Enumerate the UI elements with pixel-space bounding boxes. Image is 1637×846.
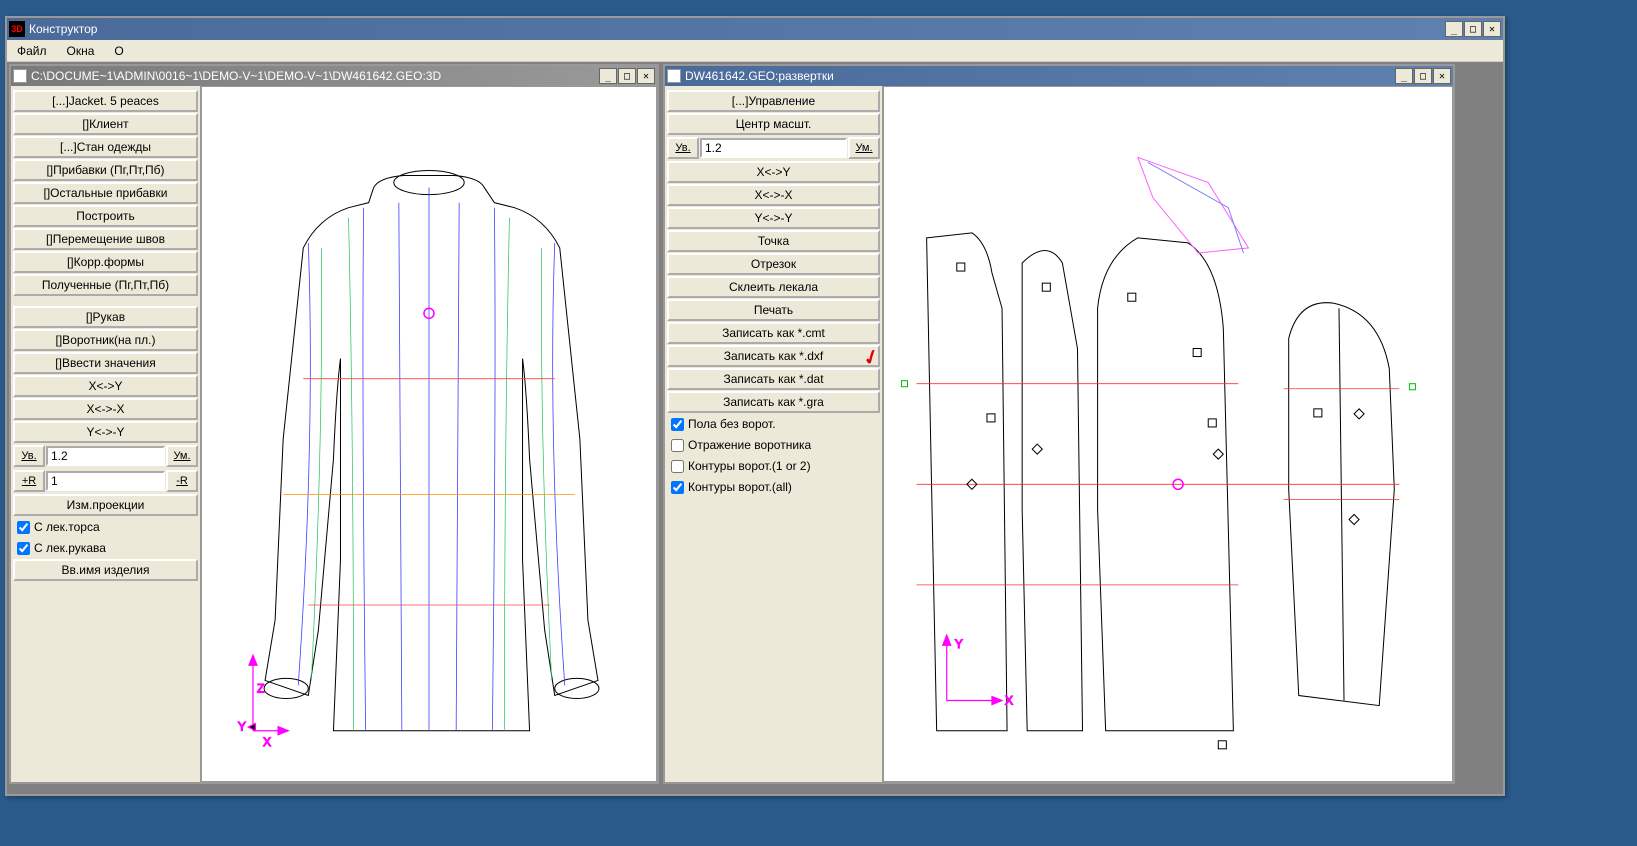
child-title-flat: DW461642.GEO:развертки	[685, 69, 1395, 83]
btn-client[interactable]: []Клиент	[13, 113, 198, 135]
btn-zoom-in-r[interactable]: Ув.	[667, 137, 699, 159]
checkbox-torso[interactable]	[17, 521, 30, 534]
svg-text:X: X	[1005, 694, 1013, 708]
btn-jacket[interactable]: [...]Jacket. 5 peaces	[13, 90, 198, 112]
child-maximize-button[interactable]: □	[1414, 68, 1432, 84]
btn-minus-r[interactable]: -R	[166, 470, 198, 492]
maximize-button[interactable]: □	[1464, 21, 1482, 37]
checkbox-contour-all[interactable]	[671, 481, 684, 494]
btn-yy-r[interactable]: Y<->-Y	[667, 207, 880, 229]
checkbox-sleeve[interactable]	[17, 542, 30, 555]
checkbox-reflect[interactable]	[671, 439, 684, 452]
child-title-3d: C:\DOCUME~1\ADMIN\0016~1\DEMO-V~1\DEMO-V…	[31, 69, 599, 83]
btn-xy-r[interactable]: X<->Y	[667, 161, 880, 183]
mdi-area: C:\DOCUME~1\ADMIN\0016~1\DEMO-V~1\DEMO-V…	[7, 62, 1503, 794]
btn-segment[interactable]: Отрезок	[667, 253, 880, 275]
btn-print[interactable]: Печать	[667, 299, 880, 321]
checkbox-contour12[interactable]	[671, 460, 684, 473]
btn-plus-r[interactable]: +R	[13, 470, 45, 492]
child-minimize-button[interactable]: _	[599, 68, 617, 84]
app-title: Конструктор	[29, 22, 1445, 36]
btn-korr[interactable]: []Корр.формы	[13, 251, 198, 273]
close-button[interactable]: ✕	[1483, 21, 1501, 37]
btn-stan[interactable]: [...]Стан одежды	[13, 136, 198, 158]
btn-center[interactable]: Центр масшт.	[667, 113, 880, 135]
menu-file[interactable]: Файл	[11, 42, 53, 60]
checkbox-pola[interactable]	[671, 418, 684, 431]
btn-xy[interactable]: X<->Y	[13, 375, 198, 397]
btn-save-dat[interactable]: Записать как *.dat	[667, 368, 880, 390]
canvas-flat[interactable]: Y X	[883, 86, 1453, 782]
canvas-3d[interactable]: Y◄ X Z	[201, 86, 657, 782]
btn-save-gra[interactable]: Записать как *.gra	[667, 391, 880, 413]
input-zoom-r[interactable]	[700, 138, 847, 158]
app-icon: 3D	[9, 21, 25, 37]
child-titlebar-3d[interactable]: C:\DOCUME~1\ADMIN\0016~1\DEMO-V~1\DEMO-V…	[11, 66, 657, 86]
btn-received[interactable]: Полученные (Пг,Пт,Пб)	[13, 274, 198, 296]
svg-text:X: X	[263, 735, 271, 749]
child-minimize-button[interactable]: _	[1395, 68, 1413, 84]
menubar: Файл Окна О	[7, 40, 1503, 62]
btn-ost-pribavki[interactable]: []Остальные прибавки	[13, 182, 198, 204]
btn-pribavki[interactable]: []Прибавки (Пг,Пт,Пб)	[13, 159, 198, 181]
btn-zoom-in[interactable]: Ув.	[13, 445, 45, 467]
svg-text:Y◄: Y◄	[238, 720, 258, 734]
child-titlebar-flat[interactable]: DW461642.GEO:развертки _ □ ✕	[665, 66, 1453, 86]
pattern-pieces-drawing: Y X	[884, 87, 1452, 781]
svg-text:Y: Y	[955, 637, 963, 651]
minimize-button[interactable]: _	[1445, 21, 1463, 37]
btn-yy[interactable]: Y<->-Y	[13, 421, 198, 443]
btn-xx[interactable]: X<->-X	[13, 398, 198, 420]
btn-save-dxf[interactable]: Записать как *.dxf ✓	[667, 345, 880, 367]
check-reflect[interactable]: Отражение воротника	[667, 435, 880, 455]
left-panel: [...]Jacket. 5 peaces []Клиент [...]Стан…	[11, 86, 201, 782]
child-close-button[interactable]: ✕	[637, 68, 655, 84]
btn-move-seams[interactable]: []Перемещение швов	[13, 228, 198, 250]
btn-xx-r[interactable]: X<->-X	[667, 184, 880, 206]
check-contour-all[interactable]: Контуры ворот.(all)	[667, 477, 880, 497]
menu-about[interactable]: О	[108, 42, 129, 60]
child-window-flat: DW461642.GEO:развертки _ □ ✕ [...]Управл…	[663, 64, 1455, 784]
btn-save-cmt[interactable]: Записать как *.cmt	[667, 322, 880, 344]
jacket-3d-drawing: Y◄ X Z	[202, 87, 656, 781]
main-window: 3D Конструктор _ □ ✕ Файл Окна О C:\DOCU…	[5, 16, 1505, 796]
check-pola[interactable]: Пола без ворот.	[667, 414, 880, 434]
btn-build[interactable]: Построить	[13, 205, 198, 227]
child-maximize-button[interactable]: □	[618, 68, 636, 84]
btn-manage[interactable]: [...]Управление	[667, 90, 880, 112]
main-titlebar[interactable]: 3D Конструктор _ □ ✕	[7, 18, 1503, 40]
btn-merge[interactable]: Склеить лекала	[667, 276, 880, 298]
svg-text:Z: Z	[257, 681, 264, 695]
child-close-button[interactable]: ✕	[1433, 68, 1451, 84]
btn-sleeve[interactable]: []Рукав	[13, 306, 198, 328]
menu-windows[interactable]: Окна	[61, 42, 101, 60]
doc-icon	[13, 69, 27, 83]
input-r[interactable]	[46, 471, 165, 491]
check-contour12[interactable]: Контуры ворот.(1 or 2)	[667, 456, 880, 476]
child-window-3d: C:\DOCUME~1\ADMIN\0016~1\DEMO-V~1\DEMO-V…	[9, 64, 659, 784]
btn-enter-values[interactable]: []Ввести значения	[13, 352, 198, 374]
check-sleeve[interactable]: С лек.рукава	[13, 538, 198, 558]
btn-zoom-out[interactable]: Ум.	[166, 445, 198, 467]
right-panel: [...]Управление Центр масшт. Ув. Ум. X<-…	[665, 86, 883, 782]
btn-proj[interactable]: Изм.проекции	[13, 494, 198, 516]
doc-icon	[667, 69, 681, 83]
btn-zoom-out-r[interactable]: Ум.	[848, 137, 880, 159]
btn-point[interactable]: Точка	[667, 230, 880, 252]
check-torso[interactable]: С лек.торса	[13, 517, 198, 537]
btn-collar[interactable]: []Воротник(на пл.)	[13, 329, 198, 351]
arrow-annotation-icon: ✓	[859, 345, 880, 367]
btn-name[interactable]: Вв.имя изделия	[13, 559, 198, 581]
input-zoom[interactable]	[46, 446, 165, 466]
